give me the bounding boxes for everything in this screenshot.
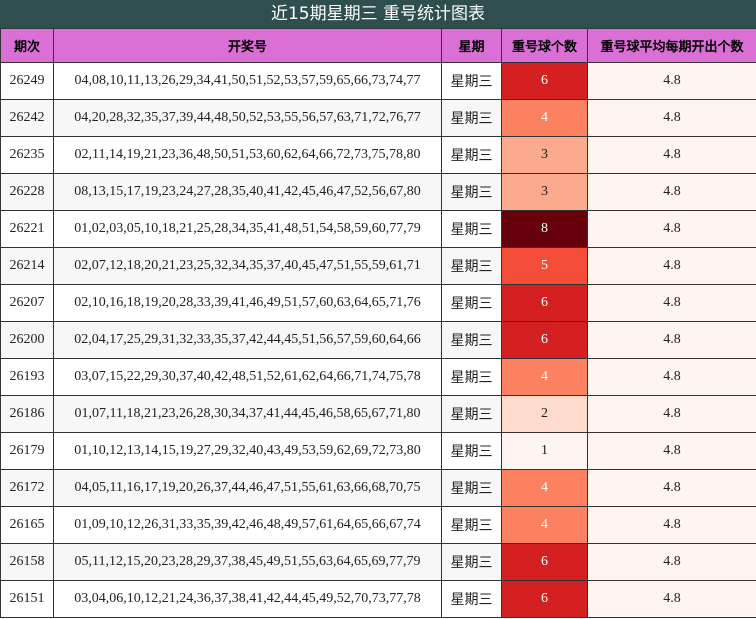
header-average: 重号球平均每期开出个数 <box>587 28 756 63</box>
numbers-cell: 01,10,12,13,14,15,19,27,29,32,40,43,49,5… <box>53 432 442 470</box>
numbers-cell: 05,11,12,15,20,23,28,29,37,38,45,49,51,5… <box>53 543 442 581</box>
average-cell: 4.8 <box>587 321 756 359</box>
table-row: 26186 01,07,11,18,21,23,26,28,30,34,37,41… <box>0 395 756 433</box>
weekday-cell: 星期三 <box>441 210 502 248</box>
weekday-cell: 星期三 <box>441 247 502 285</box>
weekday-cell: 星期三 <box>441 99 502 137</box>
period-cell: 26158 <box>0 543 54 581</box>
table-row: 26235 02,11,14,19,21,23,36,48,50,51,53,60… <box>0 136 756 174</box>
header-numbers: 开奖号 <box>53 28 442 63</box>
average-cell: 4.8 <box>587 432 756 470</box>
period-cell: 26249 <box>0 62 54 100</box>
period-cell: 26193 <box>0 358 54 396</box>
table-row: 26158 05,11,12,15,20,23,28,29,37,38,45,49… <box>0 543 756 581</box>
repeat-count-cell: 6 <box>501 543 588 581</box>
period-cell: 26228 <box>0 173 54 211</box>
weekday-cell: 星期三 <box>441 395 502 433</box>
average-cell: 4.8 <box>587 469 756 507</box>
repeat-count-cell: 8 <box>501 210 588 248</box>
weekday-cell: 星期三 <box>441 136 502 174</box>
weekday-cell: 星期三 <box>441 469 502 507</box>
table-row: 26214 02,07,12,18,20,21,23,25,32,34,35,37… <box>0 247 756 285</box>
repeat-count-cell: 4 <box>501 358 588 396</box>
chart-page: 近15期星期三 重号统计图表 期次 开奖号 星期 重号球个数 重号球平均每期开出… <box>0 0 756 619</box>
average-cell: 4.8 <box>587 506 756 544</box>
table-row: 26172 04,05,11,16,17,19,20,26,37,44,46,47… <box>0 469 756 507</box>
numbers-cell: 03,07,15,22,29,30,37,40,42,48,51,52,61,6… <box>53 358 442 396</box>
period-cell: 26200 <box>0 321 54 359</box>
average-cell: 4.8 <box>587 136 756 174</box>
repeat-stats-table: 期次 开奖号 星期 重号球个数 重号球平均每期开出个数 26249 04,08,1… <box>0 28 756 618</box>
weekday-cell: 星期三 <box>441 62 502 100</box>
period-cell: 26214 <box>0 247 54 285</box>
average-cell: 4.8 <box>587 247 756 285</box>
repeat-count-cell: 6 <box>501 321 588 359</box>
weekday-cell: 星期三 <box>441 580 502 618</box>
numbers-cell: 02,10,16,18,19,20,28,33,39,41,46,49,51,5… <box>53 284 442 322</box>
numbers-cell: 01,09,10,12,26,31,33,35,39,42,46,48,49,5… <box>53 506 442 544</box>
average-cell: 4.8 <box>587 284 756 322</box>
weekday-cell: 星期三 <box>441 284 502 322</box>
header-period: 期次 <box>0 28 54 63</box>
table-row: 26200 02,04,17,25,29,31,32,33,35,37,42,44… <box>0 321 756 359</box>
numbers-cell: 04,05,11,16,17,19,20,26,37,44,46,47,51,5… <box>53 469 442 507</box>
table-row: 26165 01,09,10,12,26,31,33,35,39,42,46,48… <box>0 506 756 544</box>
repeat-count-cell: 4 <box>501 99 588 137</box>
repeat-count-cell: 3 <box>501 136 588 174</box>
average-cell: 4.8 <box>587 543 756 581</box>
table-row: 26207 02,10,16,18,19,20,28,33,39,41,46,49… <box>0 284 756 322</box>
average-cell: 4.8 <box>587 580 756 618</box>
average-cell: 4.8 <box>587 210 756 248</box>
numbers-cell: 04,08,10,11,13,26,29,34,41,50,51,52,53,5… <box>53 62 442 100</box>
table-row: 26249 04,08,10,11,13,26,29,34,41,50,51,52… <box>0 62 756 100</box>
page-title: 近15期星期三 重号统计图表 <box>0 0 756 28</box>
numbers-cell: 01,02,03,05,10,18,21,25,28,34,35,41,48,5… <box>53 210 442 248</box>
period-cell: 26207 <box>0 284 54 322</box>
average-cell: 4.8 <box>587 62 756 100</box>
period-cell: 26165 <box>0 506 54 544</box>
header-row: 期次 开奖号 星期 重号球个数 重号球平均每期开出个数 <box>0 28 756 63</box>
period-cell: 26179 <box>0 432 54 470</box>
repeat-count-cell: 1 <box>501 432 588 470</box>
numbers-cell: 02,11,14,19,21,23,36,48,50,51,53,60,62,6… <box>53 136 442 174</box>
period-cell: 26172 <box>0 469 54 507</box>
period-cell: 26221 <box>0 210 54 248</box>
weekday-cell: 星期三 <box>441 358 502 396</box>
repeat-count-cell: 2 <box>501 395 588 433</box>
weekday-cell: 星期三 <box>441 321 502 359</box>
average-cell: 4.8 <box>587 99 756 137</box>
period-cell: 26242 <box>0 99 54 137</box>
numbers-cell: 01,07,11,18,21,23,26,28,30,34,37,41,44,4… <box>53 395 442 433</box>
numbers-cell: 04,20,28,32,35,37,39,44,48,50,52,53,55,5… <box>53 99 442 137</box>
table-row: 26193 03,07,15,22,29,30,37,40,42,48,51,52… <box>0 358 756 396</box>
repeat-count-cell: 6 <box>501 62 588 100</box>
header-weekday: 星期 <box>441 28 502 63</box>
table-row: 26221 01,02,03,05,10,18,21,25,28,34,35,41… <box>0 210 756 248</box>
table-row: 26179 01,10,12,13,14,15,19,27,29,32,40,43… <box>0 432 756 470</box>
repeat-count-cell: 5 <box>501 247 588 285</box>
numbers-cell: 02,07,12,18,20,21,23,25,32,34,35,37,40,4… <box>53 247 442 285</box>
repeat-count-cell: 6 <box>501 580 588 618</box>
table-row: 26151 03,04,06,10,12,21,24,36,37,38,41,42… <box>0 580 756 618</box>
numbers-cell: 03,04,06,10,12,21,24,36,37,38,41,42,44,4… <box>53 580 442 618</box>
weekday-cell: 星期三 <box>441 432 502 470</box>
period-cell: 26235 <box>0 136 54 174</box>
average-cell: 4.8 <box>587 395 756 433</box>
weekday-cell: 星期三 <box>441 173 502 211</box>
repeat-count-cell: 4 <box>501 469 588 507</box>
repeat-count-cell: 6 <box>501 284 588 322</box>
table-row: 26242 04,20,28,32,35,37,39,44,48,50,52,53… <box>0 99 756 137</box>
repeat-count-cell: 4 <box>501 506 588 544</box>
numbers-cell: 08,13,15,17,19,23,24,27,28,35,40,41,42,4… <box>53 173 442 211</box>
average-cell: 4.8 <box>587 358 756 396</box>
average-cell: 4.8 <box>587 173 756 211</box>
weekday-cell: 星期三 <box>441 543 502 581</box>
table-row: 26228 08,13,15,17,19,23,24,27,28,35,40,41… <box>0 173 756 211</box>
header-repeat-count: 重号球个数 <box>501 28 588 63</box>
period-cell: 26186 <box>0 395 54 433</box>
weekday-cell: 星期三 <box>441 506 502 544</box>
period-cell: 26151 <box>0 580 54 618</box>
numbers-cell: 02,04,17,25,29,31,32,33,35,37,42,44,45,5… <box>53 321 442 359</box>
repeat-count-cell: 3 <box>501 173 588 211</box>
